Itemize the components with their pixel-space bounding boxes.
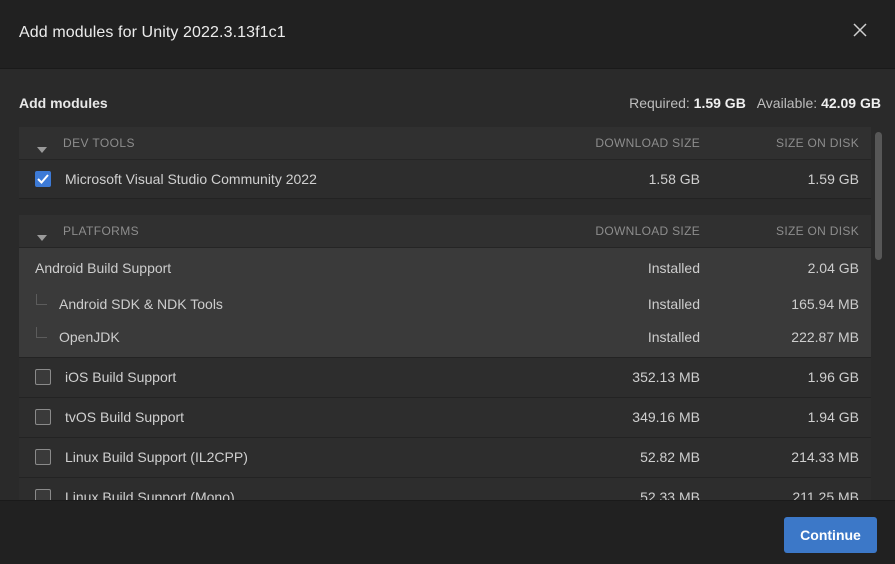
group-name: PLATFORMS <box>63 224 140 238</box>
section-heading: Add modules <box>19 95 108 111</box>
module-label: Linux Build Support (IL2CPP) <box>65 449 248 465</box>
module-download-size: Installed <box>647 260 700 276</box>
module-size-on-disk: 2.04 GB <box>807 260 859 276</box>
module-size-on-disk: 214.33 MB <box>791 449 859 465</box>
checkmark-icon <box>37 174 49 184</box>
module-download-size: 349.16 MB <box>632 409 700 425</box>
module-size-on-disk: 1.59 GB <box>807 171 859 187</box>
module-size-on-disk: 222.87 MB <box>791 329 859 345</box>
submodule-label: Android SDK & NDK Tools <box>59 296 223 312</box>
installed-module-block: Android Build Support Installed 2.04 GB … <box>19 248 871 357</box>
group-platforms: PLATFORMS DOWNLOAD SIZE SIZE ON DISK And… <box>19 215 871 501</box>
required-label: Required: <box>629 95 690 111</box>
module-label: Android Build Support <box>35 260 172 276</box>
close-button[interactable] <box>848 20 872 44</box>
module-label: iOS Build Support <box>65 369 177 385</box>
module-download-size: 1.58 GB <box>648 171 700 187</box>
module-download-size: 352.13 MB <box>632 369 700 385</box>
installed-submodule-row: Android SDK & NDK Tools Installed 165.94… <box>19 288 871 322</box>
module-checkbox[interactable] <box>35 449 51 465</box>
column-size-on-disk: SIZE ON DISK <box>776 224 859 238</box>
dialog-header: Add modules for Unity 2022.3.13f1c1 <box>0 0 895 68</box>
installed-submodule-row: OpenJDK Installed 222.87 MB <box>19 322 871 357</box>
module-size-on-disk: 165.94 MB <box>791 296 859 312</box>
module-row[interactable]: iOS Build Support 352.13 MB 1.96 GB <box>19 357 871 398</box>
required-value: 1.59 GB <box>693 95 746 111</box>
group-dev-tools: DEV TOOLS DOWNLOAD SIZE SIZE ON DISK Mic… <box>19 127 871 199</box>
caret-down-icon[interactable] <box>37 228 47 246</box>
modules-list[interactable]: DEV TOOLS DOWNLOAD SIZE SIZE ON DISK Mic… <box>19 127 871 501</box>
add-modules-dialog: Add modules for Unity 2022.3.13f1c1 Add … <box>0 0 895 564</box>
submodule-label: OpenJDK <box>59 329 120 345</box>
module-checkbox[interactable] <box>35 171 51 187</box>
available-label: Available: <box>756 95 818 111</box>
continue-button[interactable]: Continue <box>784 517 877 553</box>
column-size-on-disk: SIZE ON DISK <box>776 136 859 150</box>
module-label: Microsoft Visual Studio Community 2022 <box>65 171 317 187</box>
tree-connector <box>36 327 47 338</box>
module-row[interactable]: Linux Build Support (Mono) 52.33 MB 211.… <box>19 478 871 501</box>
group-name: DEV TOOLS <box>63 136 135 150</box>
available-value: 42.09 GB <box>821 95 881 111</box>
module-checkbox[interactable] <box>35 409 51 425</box>
tree-connector <box>36 294 47 305</box>
close-icon <box>853 22 867 42</box>
module-label: tvOS Build Support <box>65 409 185 425</box>
module-size-on-disk: 1.94 GB <box>807 409 859 425</box>
group-header-dev-tools[interactable]: DEV TOOLS DOWNLOAD SIZE SIZE ON DISK <box>19 127 871 160</box>
column-download-size: DOWNLOAD SIZE <box>595 224 700 238</box>
dialog-body: Add modules Required: 1.59 GB Available:… <box>0 68 895 501</box>
column-download-size: DOWNLOAD SIZE <box>595 136 700 150</box>
module-download-size: Installed <box>647 296 700 312</box>
module-checkbox[interactable] <box>35 369 51 385</box>
module-download-size: 52.82 MB <box>640 449 700 465</box>
module-row[interactable]: Linux Build Support (IL2CPP) 52.82 MB 21… <box>19 438 871 478</box>
dialog-title: Add modules for Unity 2022.3.13f1c1 <box>19 24 286 41</box>
scrollbar-thumb[interactable] <box>875 132 882 260</box>
group-header-platforms[interactable]: PLATFORMS DOWNLOAD SIZE SIZE ON DISK <box>19 215 871 248</box>
module-row[interactable]: Microsoft Visual Studio Community 2022 1… <box>19 160 871 199</box>
installed-module-row: Android Build Support Installed 2.04 GB <box>19 248 871 288</box>
module-size-on-disk: 1.96 GB <box>807 369 859 385</box>
module-row[interactable]: tvOS Build Support 349.16 MB 1.94 GB <box>19 398 871 438</box>
module-download-size: Installed <box>647 329 700 345</box>
dialog-footer: Continue <box>0 500 895 564</box>
caret-down-icon[interactable] <box>37 140 47 158</box>
size-summary: Required: 1.59 GB Available: 42.09 GB <box>629 95 881 111</box>
